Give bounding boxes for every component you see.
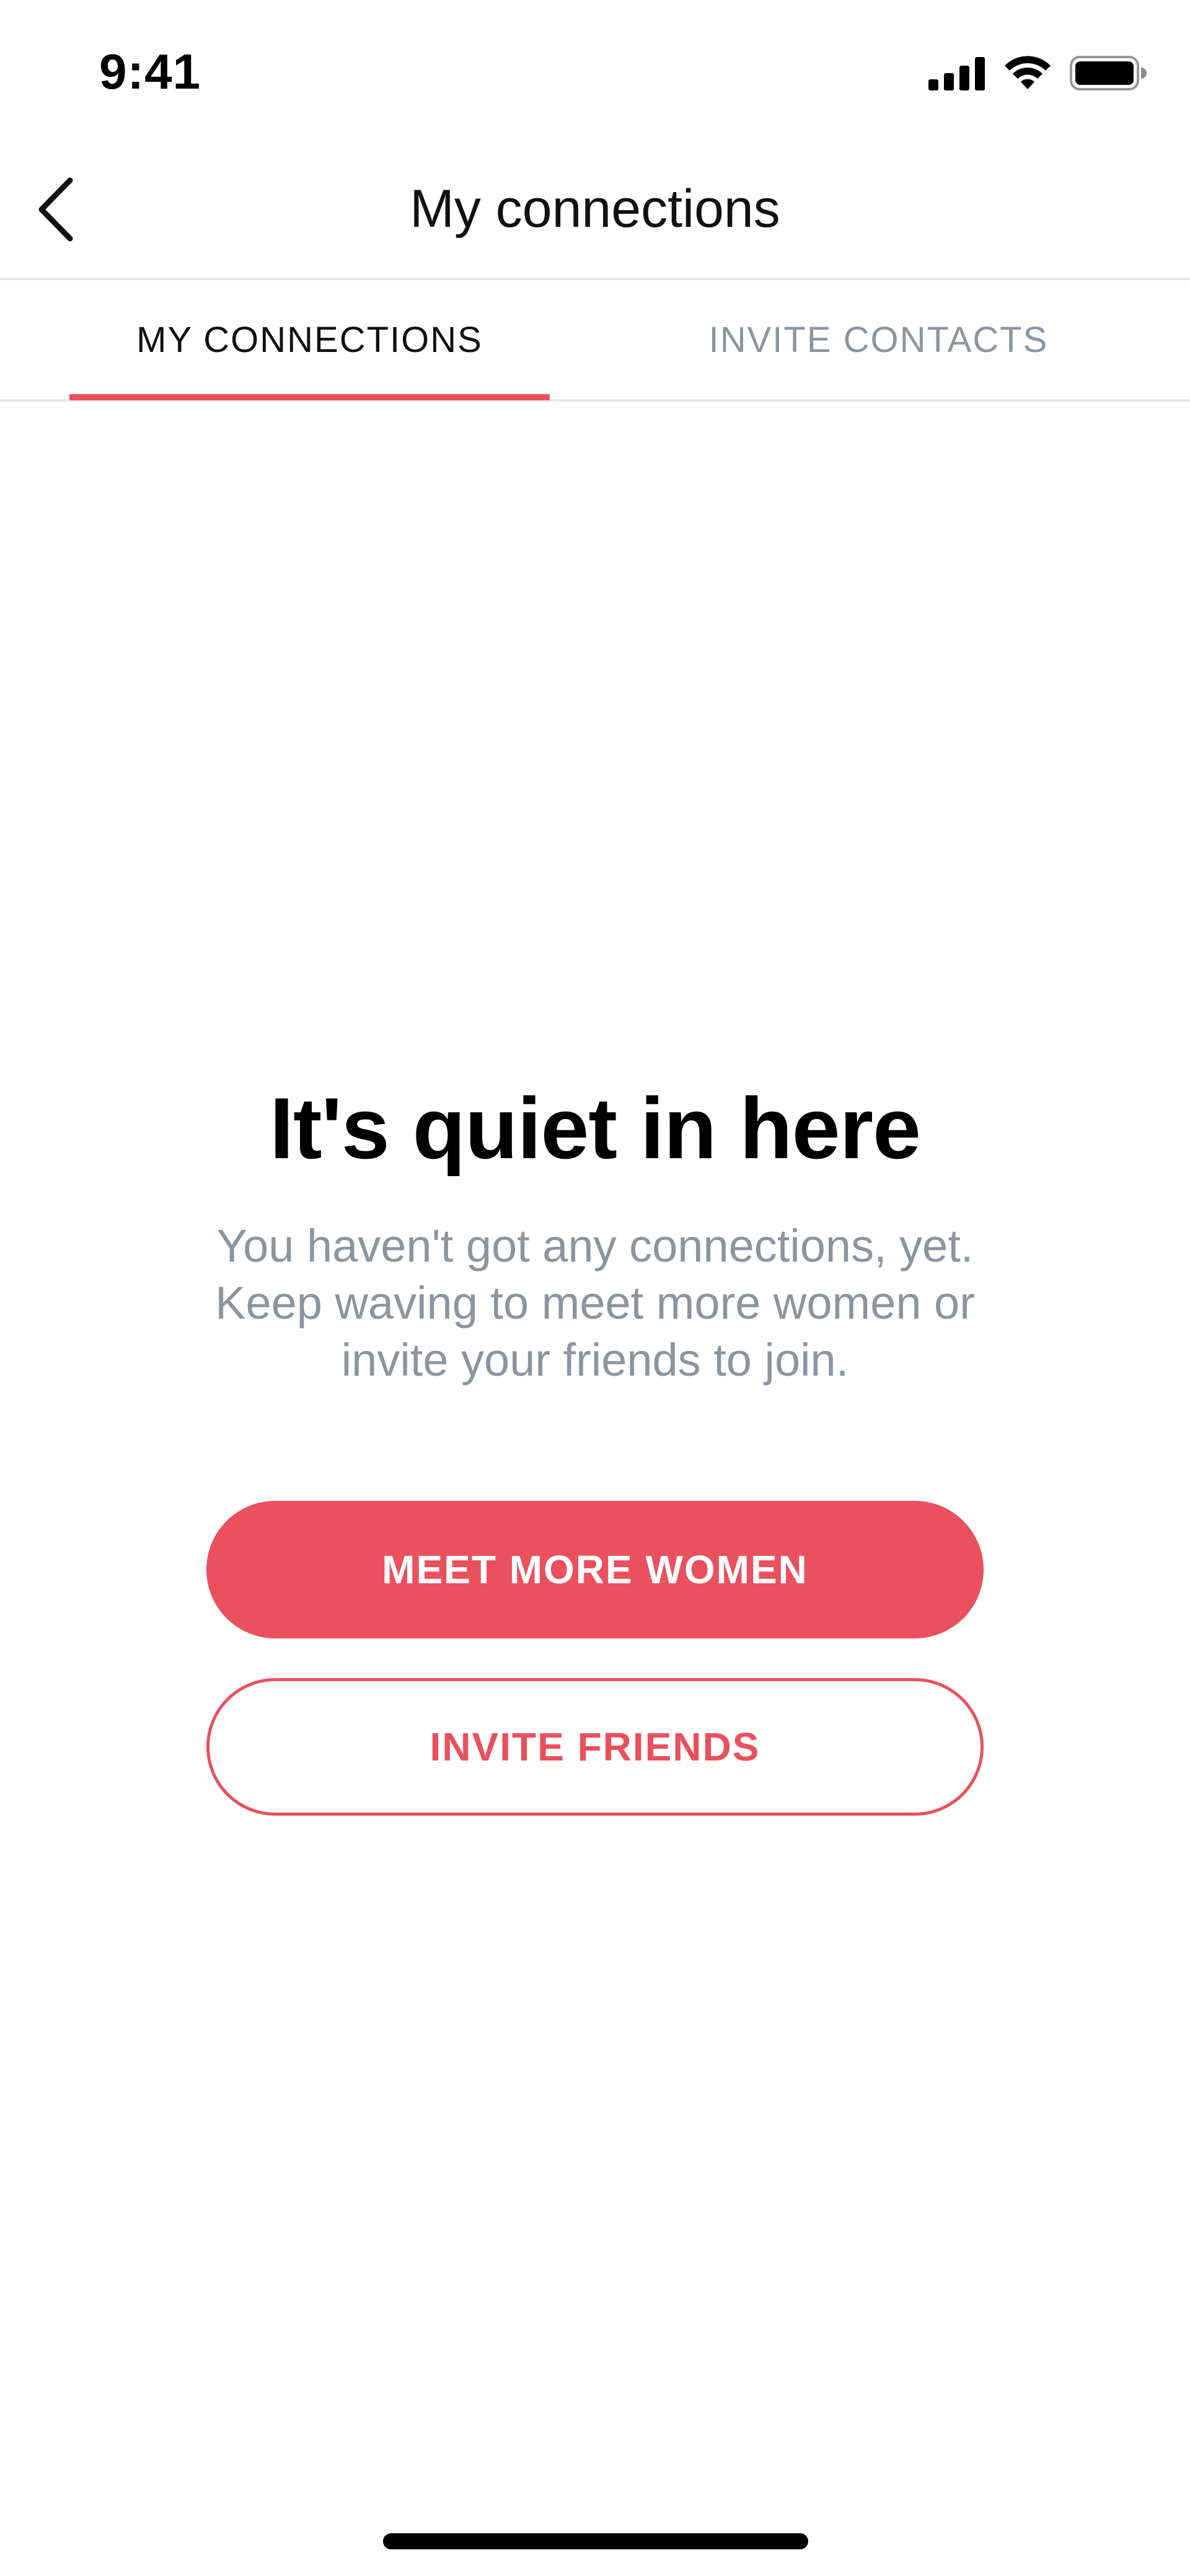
empty-state-title: It's quiet in here [270,1079,921,1177]
status-time: 9:41 [99,44,201,99]
status-bar: 9:41 [0,0,1190,149]
active-tab-indicator [69,394,550,400]
wifi-icon [1003,55,1052,95]
empty-state-message: You haven't got any connections, yet. Ke… [215,1220,975,1386]
tab-invite-contacts[interactable]: INVITE CONTACTS [638,280,1119,399]
invite-friends-button[interactable]: INVITE FRIENDS [206,1678,984,1816]
tab-bar: MY CONNECTIONS INVITE CONTACTS [0,280,1190,402]
battery-icon [1070,55,1147,95]
meet-more-women-button[interactable]: MEET MORE WOMEN [206,1501,984,1638]
navigation-bar: My connections [0,149,1190,280]
cellular-signal-icon [928,56,985,94]
status-icons [928,53,1147,96]
page-title: My connections [410,179,780,239]
tab-my-connections[interactable]: MY CONNECTIONS [69,280,550,399]
home-indicator[interactable] [383,2533,808,2549]
